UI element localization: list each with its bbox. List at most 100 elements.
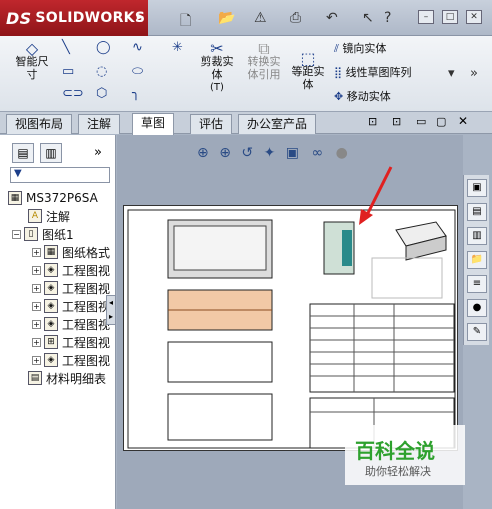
undo-icon[interactable]: ↶ <box>326 10 338 26</box>
mirror-entities-button[interactable]: ⫽ 镜向实体 <box>334 42 386 55</box>
window-restore-icon[interactable]: ▭ <box>416 115 426 128</box>
tree-item[interactable]: + ◈ 工程图视 <box>32 279 110 297</box>
feature-manager-panel: ▤ ▥ » ▼ ▦ MS372P6SA A 注解 − ▯ 图纸1 + ▦ 图纸格… <box>0 135 116 509</box>
pattern-dropdown-icon[interactable]: ▾ <box>448 66 455 81</box>
ribbon-expand-icon[interactable]: » <box>470 66 478 81</box>
tree-bom[interactable]: ▤ 材料明细表 <box>28 369 106 387</box>
panel-expand-icon[interactable]: » <box>94 145 102 160</box>
resources-icon[interactable]: ▣ <box>467 179 487 197</box>
rebuild-warning-icon[interactable]: ⚠ <box>254 10 267 26</box>
watermark-badge: 百科全说 助你轻松解决 <box>345 425 465 485</box>
fillet-icon[interactable]: ╮ <box>132 86 140 101</box>
point-icon[interactable]: ✳ <box>172 40 183 55</box>
tile-right-icon[interactable]: ⊡ <box>392 115 401 128</box>
command-tabs: 视图布局 注解 草图 评估 办公室产品 ⊡ ⊡ ▭ ▢ ✕ <box>0 112 492 135</box>
tile-left-icon[interactable]: ⊡ <box>368 115 377 128</box>
expand-icon[interactable]: + <box>32 301 41 311</box>
open-file-icon[interactable]: 📂 <box>218 10 235 26</box>
close-button[interactable]: ✕ <box>466 10 482 24</box>
convert-entities-button[interactable]: ⧉ 转换实体引用 <box>244 41 284 82</box>
folder-icon[interactable]: 📁 <box>467 251 487 269</box>
expand-icon[interactable]: + <box>32 283 41 293</box>
watermark-subtitle: 助你轻松解决 <box>365 465 431 478</box>
spline-icon[interactable]: ∿ <box>132 40 143 55</box>
polygon-icon[interactable]: ⬡ <box>96 86 107 101</box>
new-file-icon[interactable]: 🗋 <box>180 10 191 34</box>
tree-root[interactable]: ▦ MS372P6SA <box>8 189 98 207</box>
drawing-sheet[interactable] <box>123 205 458 451</box>
sheet-icon: ▯ <box>24 227 38 241</box>
expand-icon[interactable]: + <box>32 337 41 347</box>
tab-annotation[interactable]: 注解 <box>78 114 121 134</box>
tree-item[interactable]: + ⊞ 工程图视 <box>32 333 110 351</box>
help-icon[interactable]: ? <box>384 10 391 26</box>
print-icon[interactable]: ⎙ <box>290 10 301 26</box>
display-style-icon[interactable]: ▣ <box>286 145 299 161</box>
tab-view-layout[interactable]: 视图布局 <box>6 114 73 134</box>
mirror-label: 镜向实体 <box>342 42 387 55</box>
window-max-icon[interactable]: ▢ <box>436 115 446 128</box>
offset-entities-button[interactable]: ⬚ 等距实体 <box>290 51 326 92</box>
select-icon[interactable]: ↖ <box>362 10 374 26</box>
tree-filter-input[interactable]: ▼ <box>10 167 110 183</box>
ellipse-icon[interactable]: ⬭ <box>132 64 143 79</box>
annotation-icon: A <box>28 209 42 223</box>
expand-icon[interactable]: + <box>32 319 41 329</box>
window-close-icon[interactable]: ✕ <box>458 114 468 128</box>
tab-sketch[interactable]: 草图 <box>132 113 175 135</box>
tree-item-label: 图纸格式 <box>62 245 111 260</box>
property-manager-tab[interactable]: ▥ <box>40 143 62 163</box>
minimize-button[interactable]: – <box>418 10 434 24</box>
solidworks-logo[interactable]: DS SOLIDWORKS ▶ <box>0 0 148 36</box>
file-explorer-icon[interactable]: ▥ <box>467 227 487 245</box>
sheet-format-icon: ▦ <box>44 245 58 259</box>
restore-button[interactable]: □ <box>442 10 458 24</box>
section-view-icon[interactable]: ✦ <box>264 145 276 161</box>
drawing-icon: ▦ <box>8 191 22 205</box>
trim-icon: ✂ <box>210 39 224 58</box>
ds-logo-icon: DS <box>6 8 32 28</box>
tab-office-products[interactable]: 办公室产品 <box>238 114 317 134</box>
menu-arrow-icon[interactable]: ▶ <box>137 12 144 22</box>
tree-sheet[interactable]: − ▯ 图纸1 <box>12 225 74 243</box>
panel-splitter-handle[interactable]: ◂ ▸ <box>106 295 116 325</box>
move-entities-button[interactable]: ✥ 移动实体 <box>334 90 391 103</box>
trim-entities-button[interactable]: ✂ 剪裁实体 (T) <box>196 39 238 94</box>
offset-label: 等距实体 <box>291 65 325 91</box>
line-icon[interactable]: ╲ <box>62 40 70 55</box>
linear-pattern-button[interactable]: ⣿ 线性草图阵列 <box>334 66 412 79</box>
tree-item[interactable]: + ◈ 工程图视 <box>32 297 110 315</box>
zoom-to-area-icon[interactable]: ⊕ <box>219 145 231 161</box>
tree-annotations[interactable]: A 注解 <box>28 207 70 225</box>
tree-annotations-label: 注解 <box>46 209 71 224</box>
smart-dimension-button[interactable]: ◇ 智能尺寸 <box>14 41 50 82</box>
hide-show-icon[interactable]: ∞ <box>311 145 323 161</box>
heads-up-toolbar: ⊕ ⊕ ↺ ✦ ▣ ∞ ● <box>197 145 348 161</box>
arc-icon[interactable]: ◌ <box>96 64 107 79</box>
expand-icon[interactable]: + <box>32 265 41 275</box>
feature-tree-tab[interactable]: ▤ <box>12 143 34 163</box>
rectangle-icon[interactable]: ▭ <box>62 64 74 79</box>
design-library-icon[interactable]: ▤ <box>467 203 487 221</box>
tree-item[interactable]: + ◈ 工程图视 <box>32 315 110 333</box>
bom-table-icon: ▤ <box>28 371 42 385</box>
tree-item[interactable]: + ◈ 工程图视 <box>32 261 110 279</box>
view-palette-icon[interactable]: ≡ <box>467 275 487 293</box>
tree-item[interactable]: + ▦ 图纸格式 <box>32 243 110 261</box>
drawing-view-icon: ◈ <box>44 299 58 313</box>
appearances-icon[interactable]: ● <box>467 299 487 317</box>
slot-icon[interactable]: ⊂⊃ <box>62 86 84 101</box>
circle-icon[interactable]: ◯ <box>96 40 111 55</box>
zoom-to-fit-icon[interactable]: ⊕ <box>197 145 209 161</box>
custom-properties-icon[interactable]: ✎ <box>467 323 487 341</box>
tree-item[interactable]: + ◈ 工程图视 <box>32 351 110 369</box>
collapse-icon[interactable]: − <box>12 229 21 239</box>
appearance-icon[interactable]: ● <box>336 145 348 161</box>
expand-icon[interactable]: + <box>32 247 41 257</box>
expand-icon[interactable]: + <box>32 355 41 365</box>
smart-dimension-label: 智能尺寸 <box>15 55 49 81</box>
previous-view-icon[interactable]: ↺ <box>241 145 253 161</box>
drawing-view-icon: ◈ <box>44 317 58 331</box>
tab-evaluate[interactable]: 评估 <box>190 114 233 134</box>
task-pane: ▣ ▤ ▥ 📁 ≡ ● ✎ <box>463 175 489 345</box>
